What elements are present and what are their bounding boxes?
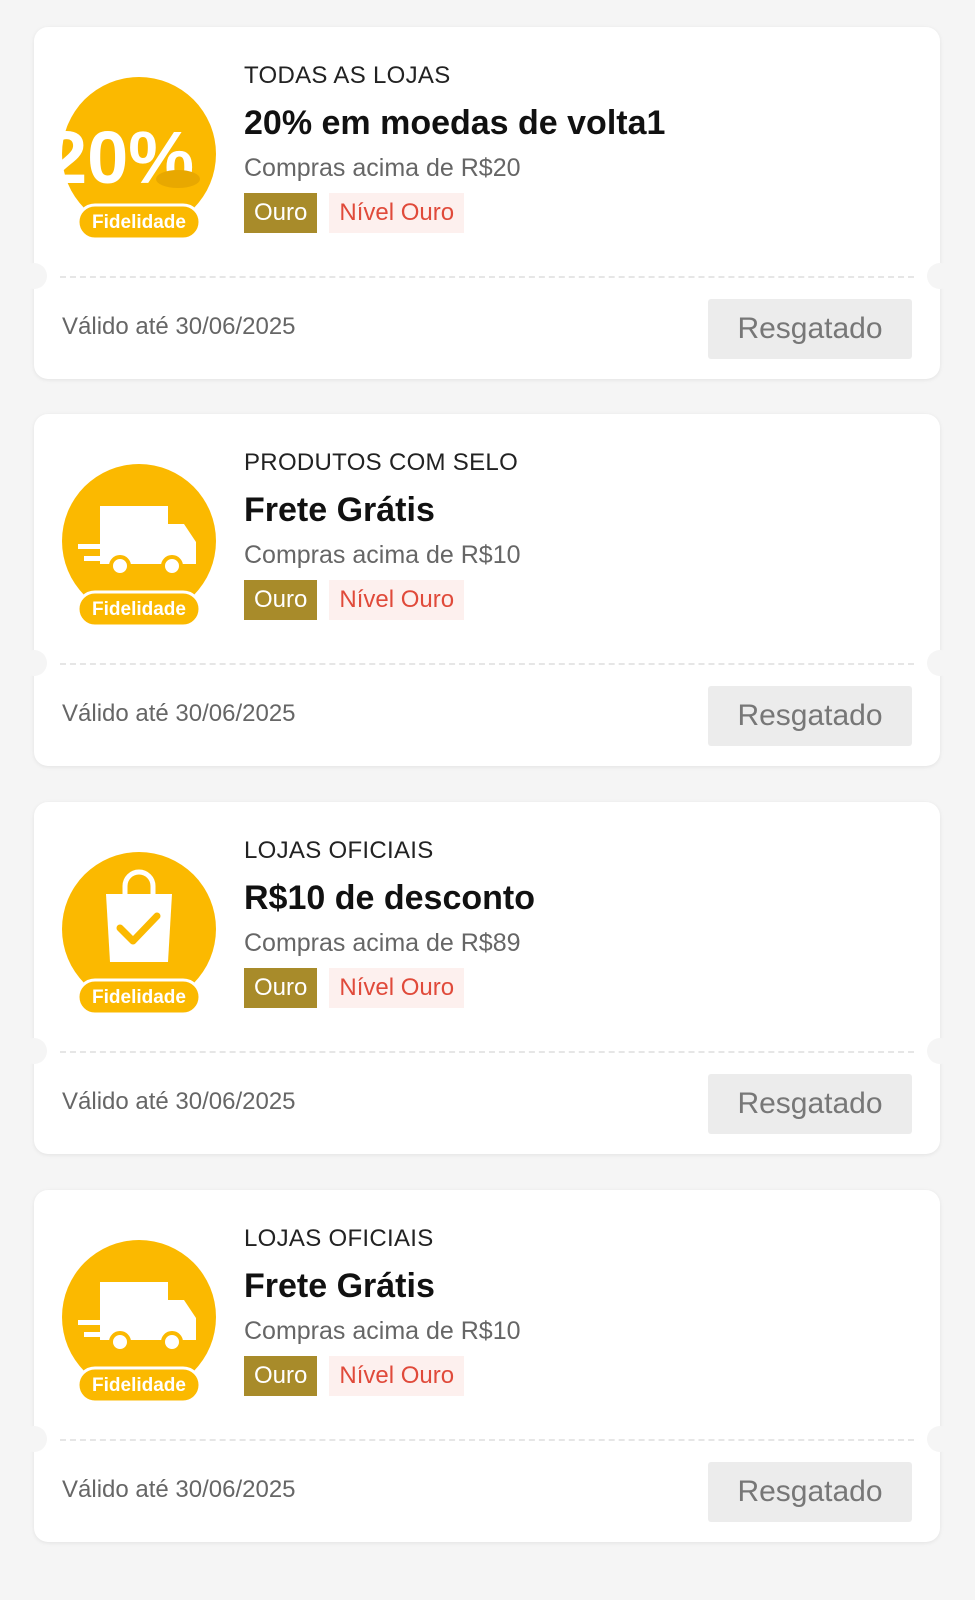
validity-text: Válido até 30/06/2025 — [62, 700, 296, 727]
ticket-notch — [927, 1426, 953, 1452]
coupon-category: LOJAS OFICIAIS — [244, 837, 434, 864]
ticket-notch — [21, 1038, 47, 1064]
ticket-notch — [21, 650, 47, 676]
validity-text: Válido até 30/06/2025 — [62, 313, 296, 340]
delivery-truck-icon: Fidelidade — [60, 1238, 218, 1408]
dashed-divider — [60, 1439, 914, 1441]
redeemed-button[interactable]: Resgatado — [708, 299, 912, 359]
level-tag: Nível Ouro — [329, 580, 465, 620]
coupon-category: LOJAS OFICIAIS — [244, 1225, 434, 1252]
shopping-bag-check-icon: Fidelidade — [60, 850, 218, 1020]
coupon-condition: Compras acima de R$10 — [244, 541, 521, 569]
ticket-notch — [927, 650, 953, 676]
validity-text: Válido até 30/06/2025 — [62, 1476, 296, 1503]
redeemed-button[interactable]: Resgatado — [708, 1462, 912, 1522]
coupon-condition: Compras acima de R$20 — [244, 154, 521, 182]
delivery-truck-icon: Fidelidade — [60, 462, 218, 632]
coupon-title: Frete Grátis — [244, 491, 435, 529]
dashed-divider — [60, 276, 914, 278]
coupon-title: R$10 de desconto — [244, 879, 535, 917]
validity-text: Válido até 30/06/2025 — [62, 1088, 296, 1115]
tier-tag: Ouro — [244, 1356, 318, 1396]
ticket-notch — [927, 1038, 953, 1064]
coupon-card: Fidelidade LOJAS OFICIAIS Frete Grátis C… — [21, 1190, 953, 1542]
coupon-condition: Compras acima de R$10 — [244, 1317, 521, 1345]
coupon-condition: Compras acima de R$89 — [244, 929, 521, 957]
level-tag: Nível Ouro — [329, 968, 465, 1008]
svg-text:Fidelidade: Fidelidade — [92, 599, 186, 620]
coupon-card: 20% Fidelidade TODAS AS LOJAS 20% em moe… — [21, 27, 953, 379]
coupon-category: TODAS AS LOJAS — [244, 62, 451, 89]
percent-coin-icon: 20% Fidelidade — [60, 75, 218, 245]
svg-text:Fidelidade: Fidelidade — [92, 987, 186, 1008]
coupon-title: Frete Grátis — [244, 1267, 435, 1305]
level-tag: Nível Ouro — [329, 1356, 465, 1396]
ticket-notch — [21, 1426, 47, 1452]
ticket-notch — [927, 263, 953, 289]
redeemed-button[interactable]: Resgatado — [708, 686, 912, 746]
coupon-category: PRODUTOS COM SELO — [244, 449, 519, 476]
dashed-divider — [60, 663, 914, 665]
coupon-title: 20% em moedas de volta1 — [244, 104, 666, 142]
svg-text:Fidelidade: Fidelidade — [92, 212, 186, 233]
dashed-divider — [60, 1051, 914, 1053]
coupon-card: Fidelidade PRODUTOS COM SELO Frete Gráti… — [21, 414, 953, 766]
level-tag: Nível Ouro — [329, 193, 465, 233]
tier-tag: Ouro — [244, 193, 318, 233]
tier-tag: Ouro — [244, 968, 318, 1008]
redeemed-button[interactable]: Resgatado — [708, 1074, 912, 1134]
tier-tag: Ouro — [244, 580, 318, 620]
coupon-card: Fidelidade LOJAS OFICIAIS R$10 de descon… — [21, 802, 953, 1154]
ticket-notch — [21, 263, 47, 289]
svg-text:Fidelidade: Fidelidade — [92, 1375, 186, 1396]
